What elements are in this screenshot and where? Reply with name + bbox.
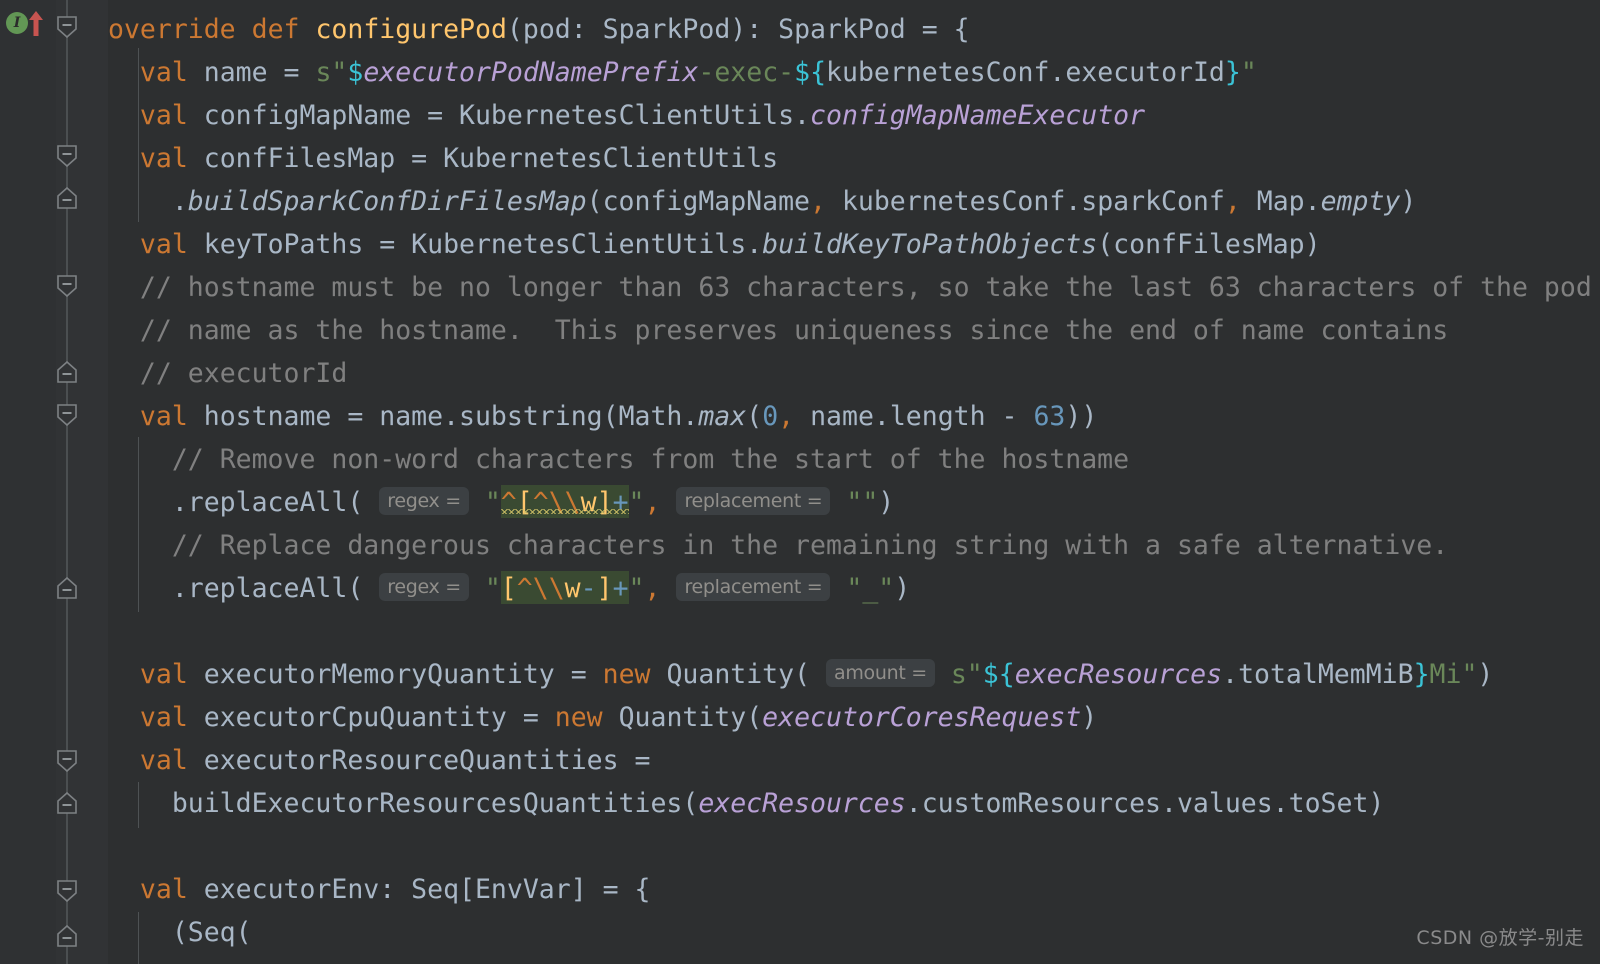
code-line[interactable]: val confFilesMap = KubernetesClientUtils <box>108 137 1600 180</box>
code-line[interactable]: override def configurePod(pod: SparkPod)… <box>108 8 1600 51</box>
token-comment: // name as the hostname. This preserves … <box>139 315 1449 346</box>
param-hint-regex: regex = <box>379 487 469 515</box>
fold-marker-start[interactable] <box>55 750 79 772</box>
token-keyword: def <box>251 14 300 45</box>
code-lines[interactable]: override def configurePod(pod: SparkPod)… <box>108 0 1600 954</box>
fold-marker-start[interactable] <box>55 16 79 38</box>
code-line[interactable]: .buildSparkConfDirFilesMap(configMapName… <box>108 180 1600 223</box>
param-hint-regex: regex = <box>379 573 469 601</box>
code-line[interactable]: // Replace dangerous characters in the r… <box>108 524 1600 567</box>
editor-gutter[interactable]: I <box>0 0 108 964</box>
token-comment: // executorId <box>139 358 348 389</box>
code-line[interactable]: (Seq( <box>108 911 1600 954</box>
fold-marker-end[interactable] <box>55 577 79 599</box>
fold-marker-start[interactable] <box>55 145 79 167</box>
token-keyword: override <box>108 14 236 45</box>
csdn-watermark: CSDN @放学-别走 <box>1416 927 1584 949</box>
regex-highlight: ^[^\\w]+ <box>500 485 629 518</box>
token-comment: // Replace dangerous characters in the r… <box>171 530 1449 561</box>
code-line[interactable]: .replaceAll( regex = "^[^\\w]+", replace… <box>108 481 1600 524</box>
code-line[interactable]: // Remove non-word characters from the s… <box>108 438 1600 481</box>
code-line[interactable]: .replaceAll( regex = "[^\\w-]+", replace… <box>108 567 1600 610</box>
code-line[interactable]: val executorCpuQuantity = new Quantity(e… <box>108 696 1600 739</box>
code-line[interactable]: val hostname = name.substring(Math.max(0… <box>108 395 1600 438</box>
code-editor[interactable]: I override def configurePod(pod: SparkPo… <box>0 0 1600 964</box>
code-line[interactable]: val executorMemoryQuantity = new Quantit… <box>108 653 1600 696</box>
code-line[interactable]: val executorEnv: Seq[EnvVar] = { <box>108 868 1600 911</box>
gutter-annotation-strip <box>0 0 56 964</box>
fold-marker-start[interactable] <box>55 275 79 297</box>
param-hint-replacement: replacement = <box>676 573 831 601</box>
code-line[interactable]: // name as the hostname. This preserves … <box>108 309 1600 352</box>
overriding-method-arrow-icon[interactable] <box>26 8 46 38</box>
fold-marker-end[interactable] <box>55 792 79 814</box>
code-line[interactable]: // executorId <box>108 352 1600 395</box>
token-method-declaration: configurePod <box>315 14 507 45</box>
param-hint-amount: amount = <box>826 659 935 687</box>
code-line[interactable]: val configMapName = KubernetesClientUtil… <box>108 94 1600 137</box>
fold-marker-start[interactable] <box>55 404 79 426</box>
code-line-blank[interactable] <box>108 610 1600 653</box>
token-comment: // Remove non-word characters from the s… <box>171 444 1130 475</box>
param-hint-replacement: replacement = <box>676 487 831 515</box>
implements-method-icon[interactable]: I <box>6 12 28 34</box>
fold-marker-end[interactable] <box>55 361 79 383</box>
fold-marker-end[interactable] <box>55 925 79 947</box>
regex-highlight: [^\\w-]+ <box>500 571 629 604</box>
code-line[interactable]: val executorResourceQuantities = <box>108 739 1600 782</box>
code-line[interactable]: val keyToPaths = KubernetesClientUtils.b… <box>108 223 1600 266</box>
fold-marker-end[interactable] <box>55 187 79 209</box>
code-line-blank[interactable] <box>108 825 1600 868</box>
token-comment: // hostname must be no longer than 63 ch… <box>139 272 1592 303</box>
code-line[interactable]: // hostname must be no longer than 63 ch… <box>108 266 1600 309</box>
code-content-area[interactable]: override def configurePod(pod: SparkPod)… <box>108 0 1600 964</box>
fold-marker-start[interactable] <box>55 880 79 902</box>
code-line[interactable]: val name = s"$executorPodNamePrefix-exec… <box>108 51 1600 94</box>
code-line[interactable]: buildExecutorResourcesQuantities(execRes… <box>108 782 1600 825</box>
